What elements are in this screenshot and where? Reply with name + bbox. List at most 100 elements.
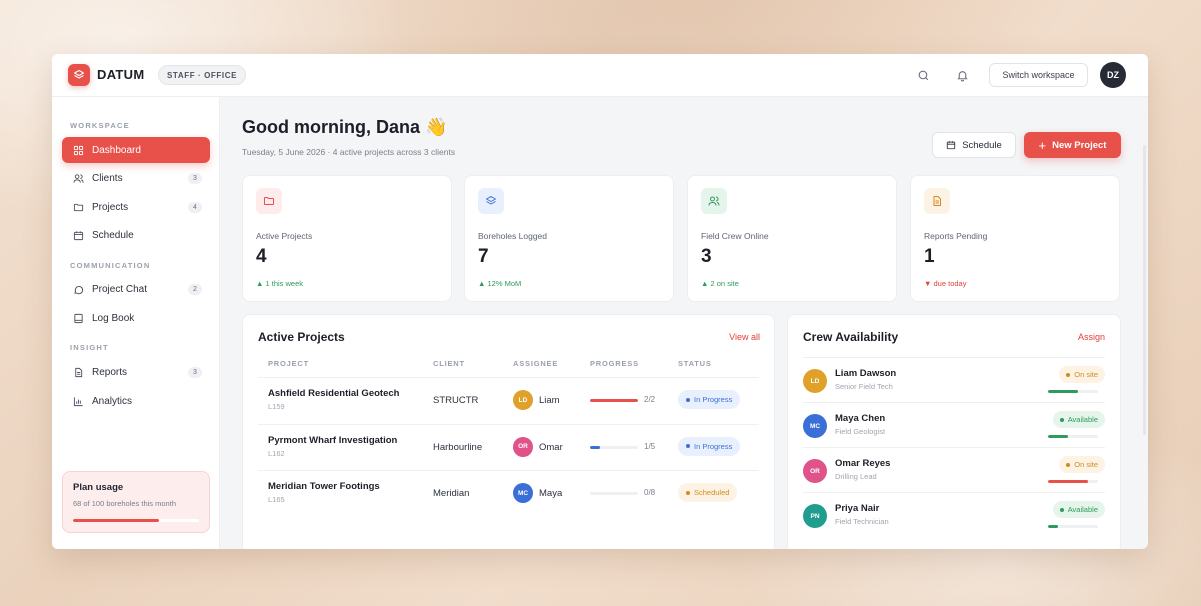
sidebar-item-projects[interactable]: Projects 4 <box>62 194 210 220</box>
sidebar-item-reports[interactable]: Reports 3 <box>62 359 210 385</box>
list-item[interactable]: OR Omar Reyes Drilling Lead On site <box>803 447 1105 492</box>
stat-card-reports-pending[interactable]: Reports Pending 1 ▼ due today <box>910 175 1120 302</box>
main-scrollbar[interactable] <box>1143 145 1146 435</box>
stat-trend: ▲ 1 this week <box>256 279 304 288</box>
document-icon <box>924 188 950 214</box>
logo-icon[interactable] <box>68 64 90 86</box>
chat-icon <box>72 283 84 295</box>
list-item[interactable]: PN Priya Nair Field Technician Available <box>803 492 1105 537</box>
stat-card-active-projects[interactable]: Active Projects 4 ▲ 1 this week <box>242 175 452 302</box>
assign-link[interactable]: Assign <box>1078 332 1105 342</box>
active-projects-panel: Active Projects View all PROJECT CLIENT … <box>242 314 775 549</box>
layers-icon <box>478 188 504 214</box>
project-name[interactable]: Meridian Tower Footings <box>268 481 380 492</box>
crew-name[interactable]: Omar Reyes <box>835 458 890 469</box>
availability-label: Available <box>1067 415 1098 424</box>
availability-label: On site <box>1074 370 1098 379</box>
table-row[interactable]: Pyrmont Wharf Investigation L162 Harbourli… <box>258 423 759 470</box>
column-header-progress[interactable]: PROGRESS <box>590 359 639 368</box>
project-client: Meridian <box>433 488 470 499</box>
status-label: In Progress <box>694 441 733 451</box>
count-badge: 3 <box>188 172 202 184</box>
main-content: Good morning, Dana 👋 Tuesday, 5 June 202… <box>220 97 1148 549</box>
stat-value: 4 <box>256 246 267 267</box>
assignee-name: Liam <box>539 395 560 406</box>
sidebar-item-log-book[interactable]: Log Book <box>62 305 210 331</box>
book-icon <box>72 312 84 324</box>
stat-label: Active Projects <box>256 231 313 241</box>
column-header-project[interactable]: PROJECT <box>268 359 309 368</box>
brand-name: DATUM <box>97 67 145 82</box>
status-dot-icon <box>1059 507 1064 512</box>
progress-fill <box>590 445 600 449</box>
sidebar-item-label: Dashboard <box>92 144 141 156</box>
project-client: STRUCTR <box>433 395 479 406</box>
crew-name[interactable]: Liam Dawson <box>835 368 896 379</box>
workload-bar <box>1048 525 1098 528</box>
sidebar: WORKSPACE Dashboard Clients 3 Projects 4 <box>52 97 220 549</box>
section-label-insight: INSIGHT <box>70 343 109 352</box>
sidebar-item-project-chat[interactable]: Project Chat 2 <box>62 276 210 302</box>
stat-card-boreholes-logged[interactable]: Boreholes Logged 7 ▲ 12% MoM <box>464 175 674 302</box>
stat-trend: ▲ 12% MoM <box>478 279 522 288</box>
sidebar-item-schedule[interactable]: Schedule <box>62 222 210 248</box>
assignee-avatar: OR <box>513 436 533 457</box>
view-all-link[interactable]: View all <box>729 332 760 342</box>
user-avatar[interactable]: DZ <box>1100 62 1126 88</box>
status-dot-icon <box>686 397 690 402</box>
schedule-button[interactable]: Schedule <box>932 132 1016 158</box>
sidebar-item-label: Projects <box>92 201 129 213</box>
sidebar-item-dashboard[interactable]: Dashboard <box>62 137 210 163</box>
bell-icon[interactable] <box>953 66 971 84</box>
project-name[interactable]: Ashfield Residential Geotech <box>268 388 399 399</box>
crew-name[interactable]: Maya Chen <box>835 413 885 424</box>
sidebar-item-label: Project Chat <box>92 283 148 295</box>
count-badge: 3 <box>188 366 202 378</box>
new-project-button[interactable]: + New Project <box>1024 132 1121 158</box>
crew-role: Field Technician <box>835 517 889 526</box>
list-item[interactable]: LD Liam Dawson Senior Field Tech On site <box>803 357 1105 402</box>
calendar-icon <box>947 141 956 150</box>
status-dot-icon <box>1066 372 1071 377</box>
new-project-button-label: New Project <box>1052 139 1107 151</box>
page-subtitle: Tuesday, 5 June 2026 · 4 active projects… <box>242 147 456 157</box>
plan-usage-card[interactable]: Plan usage 68 of 100 boreholes this mont… <box>62 471 210 533</box>
table-row[interactable]: Ashfield Residential Geotech L159 STRUCTR L… <box>258 377 759 423</box>
search-icon[interactable] <box>914 66 932 84</box>
list-item[interactable]: MC Maya Chen Field Geologist Available <box>803 402 1105 447</box>
schedule-button-label: Schedule <box>962 139 1002 151</box>
table-row[interactable]: Meridian Tower Footings L165 Meridian MC May… <box>258 470 759 516</box>
sidebar-item-label: Clients <box>92 172 123 184</box>
plus-icon: + <box>1038 137 1047 153</box>
crew-name[interactable]: Priya Nair <box>835 503 879 514</box>
availability-badge: On site <box>1059 456 1105 473</box>
availability-badge: On site <box>1059 366 1105 383</box>
stat-card-field-crew-online[interactable]: Field Crew Online 3 ▲ 2 on site <box>687 175 897 302</box>
project-code: L159 <box>268 402 285 411</box>
panel-title: Crew Availability <box>803 330 899 344</box>
section-label-communication: COMMUNICATION <box>70 261 151 270</box>
availability-label: On site <box>1074 460 1098 469</box>
calendar-icon <box>72 229 84 241</box>
project-client: Harbourline <box>433 441 483 453</box>
sidebar-item-clients[interactable]: Clients 3 <box>62 165 210 191</box>
status-dot-icon <box>1066 462 1071 467</box>
availability-badge: Available <box>1052 411 1105 428</box>
column-header-client[interactable]: CLIENT <box>433 359 465 368</box>
environment-badge: STAFF · OFFICE <box>158 65 247 85</box>
project-name[interactable]: Pyrmont Wharf Investigation <box>268 435 397 446</box>
sidebar-item-analytics[interactable]: Analytics <box>62 388 210 414</box>
sidebar-item-label: Log Book <box>92 312 135 324</box>
panel-title: Active Projects <box>258 330 345 344</box>
status-dot-icon <box>686 490 690 495</box>
column-header-assignee[interactable]: ASSIGNEE <box>513 359 558 368</box>
progress-fraction: 2/2 <box>644 395 656 404</box>
folder-icon <box>256 188 282 214</box>
column-header-status[interactable]: STATUS <box>678 359 712 368</box>
crew-role: Senior Field Tech <box>835 382 893 391</box>
switch-workspace-button[interactable]: Switch workspace <box>989 63 1088 87</box>
assignee-name: Omar <box>539 441 563 453</box>
progress-fill <box>590 399 638 402</box>
users-icon <box>72 172 84 184</box>
assignee-avatar: MC <box>513 483 533 503</box>
